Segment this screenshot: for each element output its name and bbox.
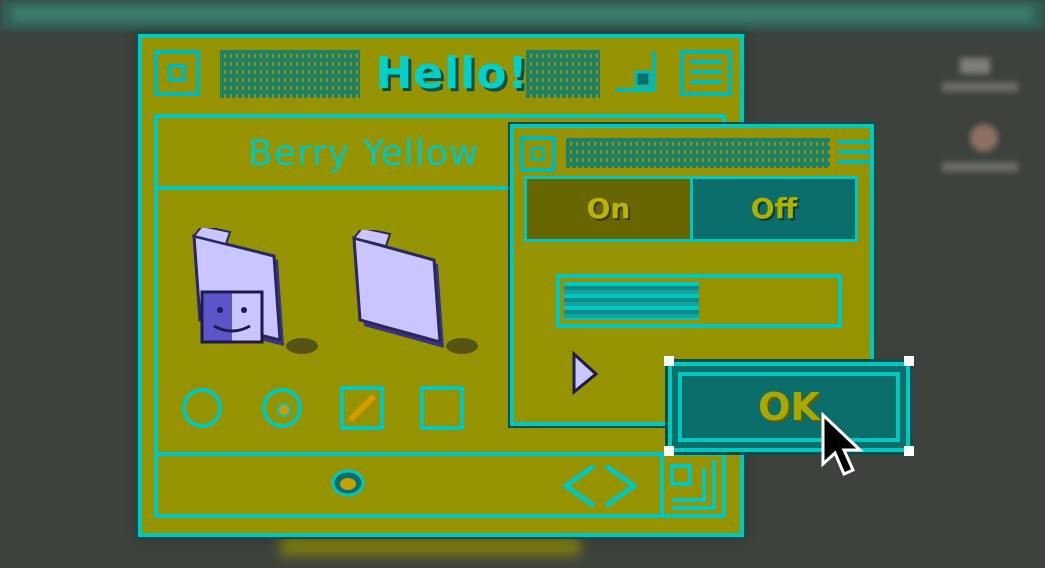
bottom-bar — [158, 452, 722, 514]
desktop-drive-icon — [942, 58, 1018, 92]
desktop-icon-2[interactable] — [940, 120, 1020, 182]
radio-button-selected[interactable] — [262, 388, 302, 428]
window-title: Hello! — [375, 48, 529, 99]
desktop-app-icon — [942, 124, 1018, 172]
finder-folder-icon[interactable] — [190, 224, 320, 358]
desktop-icon-1[interactable] — [940, 56, 1020, 98]
segmented-tabs: On Off — [524, 176, 858, 242]
theme-name: Berry Yellow — [248, 133, 480, 174]
title-stripes-left — [220, 50, 360, 98]
title-bar[interactable]: Hello! — [152, 46, 732, 102]
progress-fill — [564, 282, 699, 320]
play-triangle-icon[interactable] — [570, 350, 600, 400]
radio-button-unselected[interactable] — [182, 388, 222, 428]
collapse-box-icon[interactable] — [680, 50, 732, 96]
desktop-menubar-highlight — [12, 6, 1032, 22]
title-stripes-right — [526, 50, 600, 98]
zoom-box-icon[interactable] — [614, 50, 666, 96]
bullet-icon — [330, 468, 366, 502]
mouse-pointer-icon — [820, 411, 864, 482]
checkbox-checked[interactable] — [340, 386, 384, 430]
resize-grip-icon[interactable] — [660, 456, 722, 514]
tab-on[interactable]: On — [527, 179, 693, 239]
close-box-icon[interactable] — [154, 50, 200, 96]
left-right-arrows-icon[interactable] — [558, 462, 642, 514]
ok-corner-tr — [904, 356, 914, 366]
panel-close-box-icon[interactable] — [520, 136, 556, 172]
tab-off[interactable]: Off — [693, 179, 855, 239]
panel-title-stripes — [566, 138, 830, 168]
progress-bar — [556, 274, 842, 328]
checkbox-unchecked[interactable] — [420, 386, 464, 430]
ok-corner-bl — [664, 446, 674, 456]
ok-corner-br — [904, 446, 914, 456]
panel-collapse-box-icon[interactable] — [836, 136, 872, 172]
checkmark-icon — [347, 393, 377, 423]
desktop-blur-strip — [280, 534, 580, 556]
ok-button[interactable]: OK — [668, 362, 910, 452]
ok-corner-tl — [664, 356, 674, 366]
folder-icon[interactable] — [350, 226, 480, 360]
